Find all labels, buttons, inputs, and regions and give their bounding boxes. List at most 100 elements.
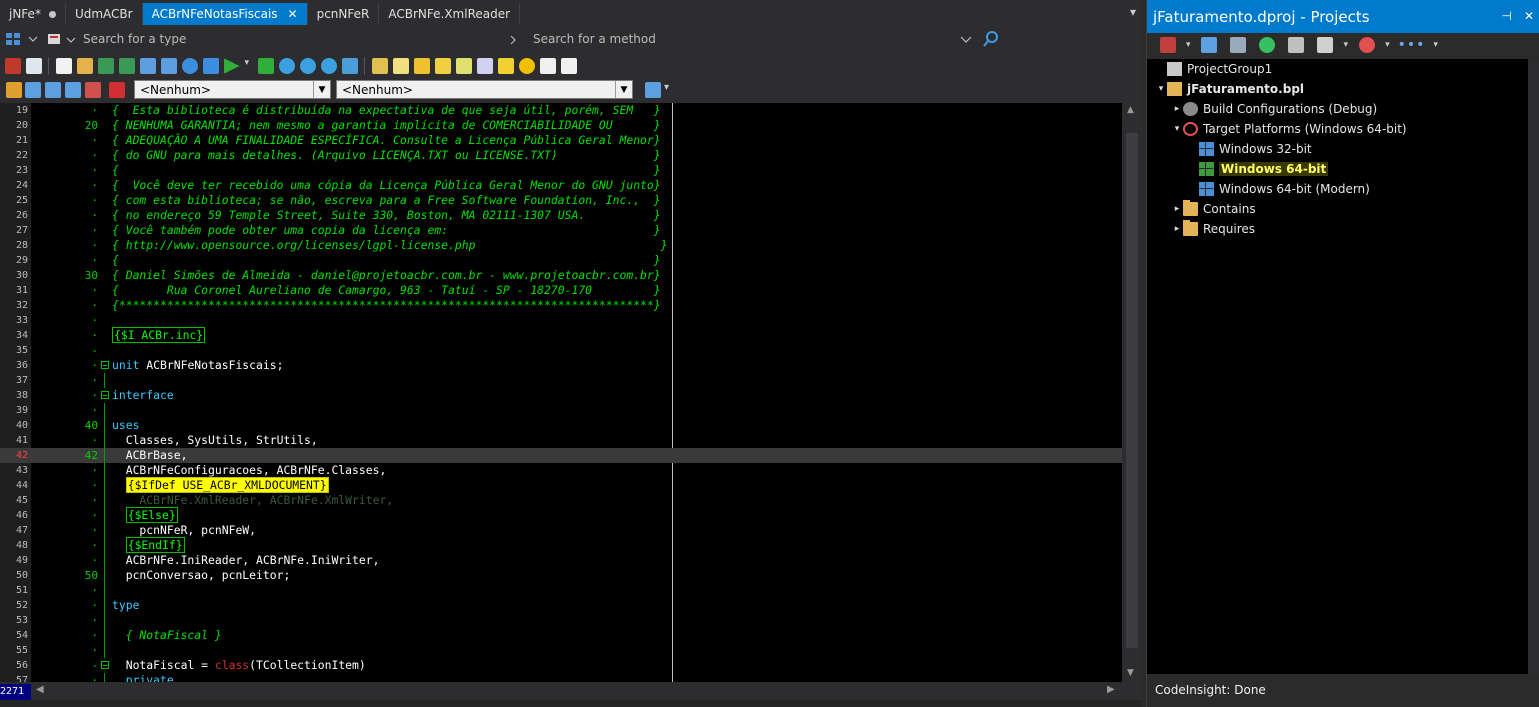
pin-icon[interactable]: ⊣ (1501, 9, 1511, 23)
code-line[interactable]: 20 20 { NENHUMA GARANTIA; nem mesmo a gara… (0, 118, 1122, 133)
more-dropdown-icon[interactable]: ▾ (1433, 40, 1438, 50)
info-icon[interactable] (560, 58, 577, 74)
refresh-icon[interactable] (1259, 37, 1276, 53)
code-line[interactable]: 47 · pcnNFeR, pcnNFeW, (0, 523, 1122, 538)
code-line[interactable]: 40 40 uses (0, 418, 1122, 433)
pause-icon[interactable] (341, 58, 358, 74)
settings-sun-icon[interactable] (518, 58, 535, 74)
tree-item[interactable]: ▾ jFaturamento.bpl (1155, 79, 1304, 99)
code-line[interactable]: 46 · {$Else} (0, 507, 1122, 523)
class-combo[interactable]: <Nenhum> ▼ (134, 80, 331, 99)
help-icon[interactable] (539, 58, 556, 74)
tree-item[interactable]: ▸ Build Configurations (Debug) (1171, 99, 1377, 119)
tree-item[interactable]: Windows 64-bit (1187, 159, 1329, 179)
deploy-icon[interactable] (202, 58, 219, 74)
code-line[interactable]: 31 · { Rua Coronel Aureliano de Camargo, 9… (0, 283, 1122, 298)
build-dropdown-icon[interactable]: ▾ (1186, 40, 1191, 50)
tab-list-dropdown-icon[interactable]: ▾ (1130, 5, 1136, 19)
delete-icon[interactable] (108, 82, 125, 98)
code-line[interactable]: 23 · { } (0, 163, 1122, 178)
code-line[interactable]: 24 · { Você deve ter recebido uma cópia da… (0, 178, 1122, 193)
build-icon[interactable] (1159, 37, 1176, 53)
code-line[interactable]: 44 · {$IfDef USE_ACBr_XMLDOCUMENT} (0, 477, 1122, 493)
code-line[interactable]: 30 30 { Daniel Simões de Almeida - daniel@… (0, 268, 1122, 283)
add-new-project-icon[interactable] (1201, 37, 1218, 53)
expand-toggle-icon[interactable]: ▸ (1171, 204, 1183, 214)
close-tab-icon[interactable]: ✕ (288, 7, 298, 21)
brush-icon[interactable] (5, 82, 22, 98)
tree-item[interactable]: ProjectGroup1 (1155, 59, 1272, 79)
target-icon[interactable] (1358, 37, 1375, 53)
code-line[interactable]: 41 · Classes, SysUtils, StrUtils, (0, 433, 1122, 448)
code-line[interactable]: 29 · { } (0, 253, 1122, 268)
code-line[interactable]: 22 · { do GNU para mais detalhes. (Arquivo… (0, 148, 1122, 163)
run-icon[interactable] (223, 58, 240, 74)
list-view-icon[interactable] (644, 82, 661, 98)
code-line[interactable]: 55 · (0, 643, 1122, 658)
editor-tab[interactable]: jNFe* (0, 3, 66, 25)
new-item-icon[interactable] (55, 58, 72, 74)
fold-toggle-icon[interactable] (101, 361, 109, 369)
chevron-down-icon[interactable]: ▼ (615, 81, 632, 98)
fold-toggle-icon[interactable] (101, 391, 109, 399)
code-line[interactable]: 49 · ACBrNFe.IniReader, ACBrNFe.IniWriter… (0, 553, 1122, 568)
tree-item[interactable]: ▾ Target Platforms (Windows 64-bit) (1171, 119, 1407, 139)
code-line[interactable]: 27 · { Você também pode obter uma copia da… (0, 223, 1122, 238)
code-line[interactable]: 26 · { no endereço 59 Temple Street, Suite… (0, 208, 1122, 223)
save-all-icon[interactable] (118, 58, 135, 74)
db-unk-icon[interactable] (84, 82, 101, 98)
trace-into-icon[interactable] (299, 58, 316, 74)
stop-icon[interactable] (4, 58, 21, 74)
search-icon[interactable] (982, 28, 1000, 50)
add-existing-icon[interactable] (1230, 37, 1247, 53)
options-gear-icon[interactable] (181, 58, 198, 74)
chevron-down-icon[interactable]: ▼ (313, 81, 330, 98)
expand-toggle-icon[interactable]: ▸ (1171, 104, 1183, 114)
abc-icon[interactable] (476, 58, 493, 74)
code-line[interactable]: 42 42 ACBrBase, (0, 448, 1122, 463)
options-icon[interactable] (1317, 37, 1334, 53)
code-line[interactable]: 35 - (0, 343, 1122, 358)
method-search-arrow-icon[interactable] (510, 28, 520, 50)
run-dropdown-icon[interactable]: ▾ (245, 58, 253, 74)
list-view-dropdown-icon[interactable]: ▾ (664, 82, 669, 93)
run-without-debugging-icon[interactable] (257, 58, 274, 74)
component-icon[interactable] (371, 58, 388, 74)
scroll-up-icon[interactable]: ▲ (1127, 105, 1134, 115)
method-dropdown-chevron-icon[interactable] (960, 28, 972, 50)
open-file-icon[interactable] (25, 58, 42, 74)
code-line[interactable]: 36 · unit ACBrNFeNotasFiscais; (0, 358, 1122, 373)
code-line[interactable]: 38 · interface (0, 388, 1122, 403)
step-over-icon[interactable] (278, 58, 295, 74)
scroll-down-icon[interactable]: ▼ (1127, 668, 1134, 678)
fold-toggle-icon[interactable] (101, 661, 109, 669)
scroll-thumb[interactable] (1126, 133, 1138, 648)
editor-tab[interactable]: pcnNFeR (308, 3, 380, 25)
method-search-input[interactable]: Search for a method (533, 28, 953, 50)
db-up-icon[interactable] (24, 82, 41, 98)
code-line[interactable]: 37 · (0, 373, 1122, 388)
tree-item[interactable]: Windows 32-bit (1187, 139, 1312, 159)
code-line[interactable]: 21 · { ADEQUAÇÃO A UMA FINALIDADE ESPECÍFI… (0, 133, 1122, 148)
remove-from-project-icon[interactable] (160, 58, 177, 74)
edit-icon[interactable] (392, 58, 409, 74)
tree-item[interactable]: ▸ Requires (1171, 219, 1255, 239)
tree-item[interactable]: Windows 64-bit (Modern) (1187, 179, 1370, 199)
expand-toggle-icon[interactable]: ▾ (1171, 124, 1183, 134)
code-line[interactable]: 28 · { http://www.opensource.org/licenses/… (0, 238, 1122, 253)
code-line[interactable]: 39 · (0, 403, 1122, 418)
tree-item[interactable]: ▸ Contains (1171, 199, 1256, 219)
code-line[interactable]: 43 · ACBrNFeConfiguracoes, ACBrNFe.Classe… (0, 463, 1122, 478)
expand-toggle-icon[interactable]: ▾ (1155, 84, 1167, 94)
code-line[interactable]: 52 · type (0, 598, 1122, 613)
code-line[interactable]: 34 · {$I ACBr.inc} (0, 327, 1122, 343)
code-line[interactable]: 48 · {$EndIf} (0, 537, 1122, 553)
code-line[interactable]: 57 · private (0, 673, 1122, 682)
show-files-icon[interactable] (1288, 37, 1305, 53)
editor-tab[interactable]: ACBrNFe.XmlReader (379, 3, 521, 25)
open-folder-icon[interactable] (76, 58, 93, 74)
code-line[interactable]: 53 · (0, 613, 1122, 628)
code-line[interactable]: 45 · ACBrNFe.XmlReader, ACBrNFe.XmlWriter… (0, 493, 1122, 508)
code-line[interactable]: 33 · (0, 313, 1122, 328)
wand-icon[interactable] (455, 58, 472, 74)
